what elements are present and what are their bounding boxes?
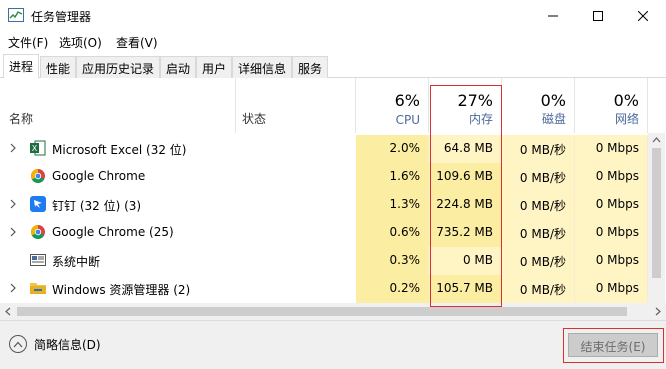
scroll-left-icon[interactable] bbox=[5, 307, 11, 316]
fewer-details-button[interactable]: 简略信息(D) bbox=[9, 335, 101, 353]
process-table: 名称 状态 6% CPU 27% 内存 0% 磁盘 0% 网络 X Micros… bbox=[0, 78, 666, 303]
disk-value: 0 MB/秒 bbox=[502, 191, 575, 219]
process-name: 系统中断 bbox=[52, 255, 101, 269]
network-total-percent: 0% bbox=[613, 91, 639, 110]
chevron-up-icon bbox=[9, 335, 27, 353]
fewer-details-label: 简略信息(D) bbox=[34, 337, 101, 352]
table-row[interactable]: 系统中断 0.3% 0 MB 0 MB/秒 0 Mbps bbox=[0, 247, 650, 275]
scroll-right-icon[interactable] bbox=[655, 307, 661, 316]
menu-options[interactable]: 选项(O) bbox=[59, 34, 102, 51]
tab-processes[interactable]: 进程 bbox=[3, 54, 39, 79]
chevron-right-icon[interactable] bbox=[9, 227, 17, 237]
table-row[interactable]: X Microsoft Excel (32 位) 2.0% 64.8 MB 0 … bbox=[0, 135, 650, 163]
column-header-disk[interactable]: 0% 磁盘 bbox=[502, 78, 575, 133]
tab-users[interactable]: 用户 bbox=[196, 56, 232, 78]
menu-file[interactable]: 文件(F) bbox=[8, 34, 48, 51]
process-name: Google Chrome bbox=[52, 169, 146, 183]
cpu-value: 1.3% bbox=[356, 191, 429, 219]
horizontal-scroll-thumb[interactable] bbox=[17, 307, 627, 316]
tab-services[interactable]: 服务 bbox=[292, 56, 328, 78]
table-row[interactable]: Google Chrome 1.6% 109.6 MB 0 MB/秒 0 Mbp… bbox=[0, 163, 650, 191]
disk-value: 0 MB/秒 bbox=[502, 247, 575, 275]
chrome-icon bbox=[31, 169, 45, 183]
minimize-button[interactable] bbox=[530, 0, 576, 31]
tab-bar: 进程 性能 应用历史记录 启动 用户 详细信息 服务 bbox=[0, 53, 666, 79]
table-row[interactable]: Google Chrome (25) 0.6% 735.2 MB 0 MB/秒 … bbox=[0, 219, 650, 247]
column-header-status[interactable]: 状态 bbox=[236, 78, 356, 133]
chevron-right-icon[interactable] bbox=[9, 283, 17, 293]
svg-text:X: X bbox=[32, 144, 38, 153]
cpu-value: 0.3% bbox=[356, 247, 429, 275]
column-label-status: 状态 bbox=[242, 112, 267, 126]
disk-value: 0 MB/秒 bbox=[502, 163, 575, 191]
task-manager-icon bbox=[8, 8, 24, 22]
table-row[interactable]: Windows 资源管理器 (2) 0.2% 105.7 MB 0 MB/秒 0… bbox=[0, 275, 650, 303]
close-button[interactable] bbox=[620, 0, 666, 31]
network-value: 0 Mbps bbox=[575, 247, 648, 275]
process-name: Google Chrome (25) bbox=[52, 225, 174, 239]
system-interrupts-icon bbox=[30, 254, 46, 266]
end-task-button[interactable]: 结束任务(E) bbox=[568, 333, 658, 357]
footer-bar: 简略信息(D) 结束任务(E) bbox=[0, 320, 666, 369]
disk-value: 0 MB/秒 bbox=[502, 135, 575, 163]
minimize-icon bbox=[548, 15, 558, 16]
excel-icon: X bbox=[30, 140, 46, 156]
window-title: 任务管理器 bbox=[31, 10, 92, 24]
vertical-scroll-thumb[interactable] bbox=[652, 148, 661, 278]
title-bar: 任务管理器 bbox=[0, 0, 666, 31]
disk-value: 0 MB/秒 bbox=[502, 275, 575, 303]
column-header-name[interactable]: 名称 bbox=[0, 78, 236, 133]
scroll-up-icon[interactable] bbox=[652, 137, 661, 143]
process-name: Microsoft Excel (32 位) bbox=[52, 143, 187, 157]
cpu-value: 0.6% bbox=[356, 219, 429, 247]
process-name: 钉钉 (32 位) (3) bbox=[52, 199, 142, 213]
tab-details[interactable]: 详细信息 bbox=[232, 56, 292, 78]
table-row[interactable]: 钉钉 (32 位) (3) 1.3% 224.8 MB 0 MB/秒 0 Mbp… bbox=[0, 191, 650, 219]
close-icon bbox=[638, 10, 648, 21]
process-name: Windows 资源管理器 (2) bbox=[52, 283, 191, 297]
column-label-disk: 磁盘 bbox=[541, 112, 566, 126]
disk-value: 0 MB/秒 bbox=[502, 219, 575, 247]
column-label-network: 网络 bbox=[614, 112, 639, 126]
maximize-icon bbox=[593, 10, 603, 21]
folder-icon bbox=[30, 283, 46, 294]
memory-column-highlight bbox=[430, 85, 502, 307]
cpu-value: 2.0% bbox=[356, 135, 429, 163]
network-value: 0 Mbps bbox=[575, 135, 648, 163]
network-value: 0 Mbps bbox=[575, 275, 648, 303]
column-label-name: 名称 bbox=[9, 112, 34, 126]
menu-bar: 文件(F) 选项(O) 查看(V) bbox=[0, 31, 666, 53]
cpu-total-percent: 6% bbox=[394, 91, 420, 110]
maximize-button[interactable] bbox=[575, 0, 621, 31]
tab-performance[interactable]: 性能 bbox=[40, 56, 76, 78]
tab-startup[interactable]: 启动 bbox=[160, 56, 196, 78]
chevron-right-icon[interactable] bbox=[9, 199, 17, 209]
column-header-cpu[interactable]: 6% CPU bbox=[356, 78, 429, 133]
tab-app-history[interactable]: 应用历史记录 bbox=[76, 56, 160, 78]
column-label-cpu: CPU bbox=[395, 113, 420, 127]
cpu-value: 0.2% bbox=[356, 275, 429, 303]
disk-total-percent: 0% bbox=[540, 91, 566, 110]
cpu-value: 1.6% bbox=[356, 163, 429, 191]
chevron-right-icon[interactable] bbox=[9, 143, 17, 153]
network-value: 0 Mbps bbox=[575, 163, 648, 191]
dingtalk-icon bbox=[30, 196, 46, 212]
chrome-icon bbox=[31, 225, 45, 239]
column-header-network[interactable]: 0% 网络 bbox=[575, 78, 648, 133]
network-value: 0 Mbps bbox=[575, 191, 648, 219]
network-value: 0 Mbps bbox=[575, 219, 648, 247]
menu-view[interactable]: 查看(V) bbox=[116, 34, 158, 51]
